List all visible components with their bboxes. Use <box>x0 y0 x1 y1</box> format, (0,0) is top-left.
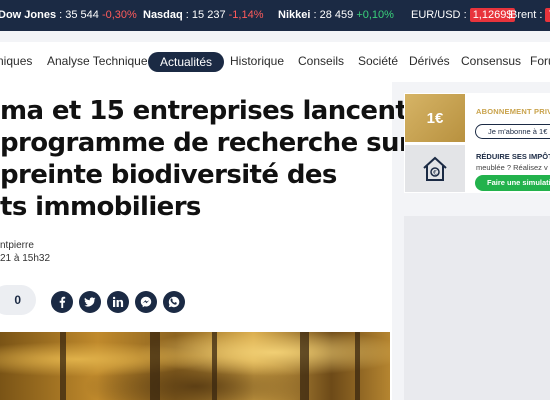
ad-placeholder <box>404 216 550 400</box>
photo-detail <box>355 332 360 400</box>
ticker-item-eurusd[interactable]: EUR/USD : 1,1269$ <box>411 8 516 22</box>
subscribe-button[interactable]: Je m'abonne à 1€ <box>475 124 550 139</box>
price-tile: 1€ <box>405 94 465 142</box>
ticker-name: Nasdaq <box>143 9 183 21</box>
article-headline: ma et 15 entreprises lancent programme d… <box>0 96 412 222</box>
svg-text:€: € <box>433 169 437 176</box>
tax-promo-title: RÉDUIRE SES IMPÔT <box>476 152 550 161</box>
nav-item-consensus[interactable]: Consensus <box>461 54 521 68</box>
whatsapp-icon[interactable] <box>163 291 185 313</box>
photo-detail <box>212 332 217 400</box>
facebook-icon[interactable] <box>51 291 73 313</box>
linkedin-icon[interactable] <box>107 291 129 313</box>
nav-item-conseils[interactable]: Conseils <box>298 54 344 68</box>
ticker-name: Dow Jones <box>0 9 57 21</box>
subscription-promo: 1€ € ABONNEMENT PRIV Je m'abonne à 1€ RÉ… <box>404 93 550 193</box>
ticker-change: 1,1269$ <box>469 8 516 22</box>
nav-item-actualites[interactable]: Actualités <box>148 52 225 72</box>
nav-item-techniques[interactable]: niques <box>0 54 32 68</box>
ticker-name: EUR/USD <box>411 9 461 21</box>
ticker-name: Brent <box>510 9 537 21</box>
messenger-icon[interactable] <box>135 291 157 313</box>
photo-detail <box>150 332 160 400</box>
ticker-change: +0,10% <box>356 9 394 21</box>
market-ticker-bar: Dow Jones : 35 544 -0,30% Nasdaq : 15 23… <box>0 0 550 31</box>
simulation-button[interactable]: Faire une simulati <box>475 175 550 191</box>
ticker-value: 28 459 <box>319 9 354 21</box>
subscription-title: ABONNEMENT PRIV <box>476 107 550 116</box>
tax-promo-subtitle: meublée ? Réalisez v <box>476 163 548 172</box>
nav-item-analyse-technique[interactable]: Analyse Technique <box>47 54 148 68</box>
main-nav: niques Analyse Technique Actualités Hist… <box>0 42 550 82</box>
twitter-icon[interactable] <box>79 291 101 313</box>
ticker-item-nasdaq[interactable]: Nasdaq : 15 237 -1,14% <box>143 9 264 21</box>
nav-item-historique[interactable]: Historique <box>230 54 284 68</box>
ticker-value: 35 544 <box>65 9 99 21</box>
article-author[interactable]: ntpierre <box>0 240 34 251</box>
photo-detail <box>300 332 309 400</box>
photo-detail <box>60 332 66 400</box>
ticker-name: Nikkei <box>278 9 311 21</box>
article-photo <box>0 332 390 400</box>
house-icon: € <box>405 145 465 192</box>
nav-item-societe[interactable]: Société <box>358 54 398 68</box>
ticker-change: 73 <box>545 8 550 22</box>
comments-button[interactable]: 0 <box>0 285 36 315</box>
ticker-item-nikkei[interactable]: Nikkei : 28 459 +0,10% <box>278 9 394 21</box>
nav-item-forum[interactable]: Foru <box>530 54 550 68</box>
nav-item-derives[interactable]: Dérivés <box>409 54 450 68</box>
ticker-item-dow-jones[interactable]: Dow Jones : 35 544 -0,30% <box>0 9 137 21</box>
article-date: 21 à 15h32 <box>0 253 51 264</box>
ticker-change: -1,14% <box>228 9 264 21</box>
ticker-item-brent[interactable]: Brent : 73 <box>510 8 550 22</box>
ticker-change: -0,30% <box>101 9 137 21</box>
article: ma et 15 entreprises lancent programme d… <box>0 82 412 400</box>
ticker-value: 15 237 <box>191 9 226 21</box>
